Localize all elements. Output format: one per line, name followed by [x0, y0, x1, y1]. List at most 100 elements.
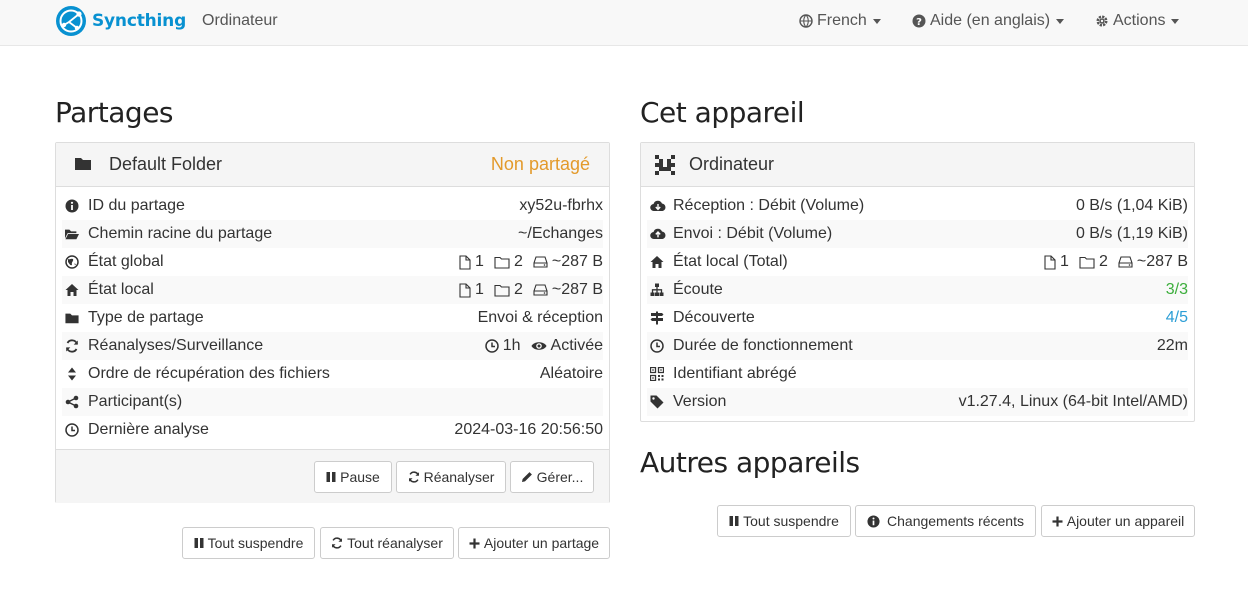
language-menu[interactable]: French: [799, 12, 881, 30]
info-circle-icon: [867, 514, 880, 528]
button-label: Tout réanalyser: [347, 535, 443, 551]
sitemap-icon: [650, 283, 664, 296]
files-count: 1: [475, 253, 484, 270]
last-scan-row: Dernière analyse 2024-03-16 20:56:50: [62, 416, 603, 444]
row-label: État global: [88, 253, 164, 270]
row-value: v1.27.4, Linux (64-bit Intel/AMD): [958, 393, 1188, 410]
remote-devices-title: Autres appareils: [640, 446, 860, 479]
size-value: ~287 B: [1136, 253, 1188, 270]
row-label: Chemin racine du partage: [88, 225, 273, 242]
version-row: Version v1.27.4, Linux (64-bit Intel/AMD…: [647, 388, 1188, 416]
folder-icon: [75, 158, 91, 170]
folder-id-row: ID du partage xy52u-fbrhx: [62, 192, 603, 220]
qrcode-icon: [650, 367, 664, 381]
discovery-status[interactable]: 4/5: [1166, 309, 1188, 327]
signpost-icon: [650, 311, 664, 325]
size-value: ~287 B: [551, 253, 603, 270]
plus-icon: [1052, 516, 1063, 526]
add-device-button[interactable]: Ajouter un appareil: [1041, 505, 1195, 537]
row-label: Découverte: [673, 309, 755, 326]
pull-order-row: Ordre de récupération des fichiers Aléat…: [62, 360, 603, 388]
folder-type-row: Type de partage Envoi & réception: [62, 304, 603, 332]
listeners-status[interactable]: 3/3: [1166, 281, 1188, 299]
row-value: Envoi & réception: [477, 309, 603, 326]
file-icon: [459, 254, 471, 270]
sort-icon: [68, 367, 76, 381]
row-label: Réception : Débit (Volume): [673, 197, 865, 214]
row-label: Type de partage: [88, 309, 204, 326]
row-value: 1 2 ~287 B: [1044, 253, 1188, 271]
brand-name: Syncthing: [92, 11, 187, 31]
listeners-row: Écoute 3/3: [647, 276, 1188, 304]
caret-down-icon: [872, 18, 881, 24]
row-label: Dernière analyse: [88, 421, 209, 438]
row-value: ~/Echanges: [518, 225, 603, 242]
cloud-upload-icon: [650, 228, 666, 240]
this-device-name: Ordinateur: [689, 154, 775, 174]
folder-outline-icon: [1079, 256, 1095, 269]
globe-icon: [65, 255, 79, 269]
folder-icon: [65, 313, 79, 324]
row-label: ID du partage: [88, 197, 185, 214]
pause-icon: [194, 538, 204, 548]
hdd-icon: [533, 256, 548, 268]
pause-all-devices-button[interactable]: Tout suspendre: [717, 505, 851, 537]
row-label: Version: [673, 393, 727, 410]
discovery-row: Découverte 4/5: [647, 304, 1188, 332]
home-icon: [65, 284, 79, 296]
row-label: Durée de fonctionnement: [673, 337, 853, 354]
button-label: Changements récents: [887, 513, 1024, 529]
svg-text:?: ?: [916, 17, 922, 28]
global-state-row: État global 1 2 ~287 B: [62, 248, 603, 276]
actions-label: Actions: [1113, 12, 1166, 29]
row-label: Écoute: [673, 281, 723, 298]
files-count: 1: [1060, 253, 1069, 270]
dirs-count: 2: [513, 281, 523, 298]
upload-rate-row: Envoi : Débit (Volume) 0 B/s (1,19 KiB): [647, 220, 1188, 248]
pause-all-folders-button[interactable]: Tout suspendre: [182, 527, 315, 559]
edit-folder-button[interactable]: Gérer...: [510, 461, 594, 493]
gear-icon: [1096, 15, 1108, 27]
caret-down-icon: [1056, 18, 1065, 24]
add-folder-button[interactable]: Ajouter un partage: [458, 527, 610, 559]
pause-icon: [326, 472, 336, 482]
plus-icon: [469, 538, 480, 548]
refresh-icon: [66, 339, 78, 353]
folder-details: ID du partage xy52u-fbrhx Chemin racine …: [56, 187, 609, 444]
help-menu[interactable]: ? Aide (en anglais): [912, 12, 1065, 30]
pause-folder-button[interactable]: Pause: [314, 461, 392, 493]
rescan-all-button[interactable]: Tout réanalyser: [320, 527, 454, 559]
this-device-panel: Ordinateur Réception : Débit (Volume) 0 …: [640, 142, 1195, 422]
share-icon: [65, 395, 79, 409]
hdd-icon: [533, 284, 548, 296]
redacted-device-id: [1072, 366, 1182, 382]
actions-menu[interactable]: Actions: [1095, 12, 1180, 30]
clock-icon: [65, 423, 79, 437]
clock-icon: [650, 339, 664, 353]
folder-heading[interactable]: Default Folder Non partagé: [56, 143, 609, 187]
folder-outline-icon: [494, 256, 510, 269]
info-circle-icon: [65, 199, 79, 213]
rescan-folder-button[interactable]: Réanalyser: [396, 461, 506, 493]
dirs-count: 2: [1098, 253, 1108, 270]
folder-panel: Default Folder Non partagé ID du partage…: [55, 142, 610, 503]
this-device-details: Réception : Débit (Volume) 0 B/s (1,04 K…: [641, 187, 1194, 416]
row-label: Participant(s): [88, 393, 183, 410]
this-device-title: Cet appareil: [640, 96, 805, 129]
this-device-heading[interactable]: Ordinateur: [641, 143, 1194, 187]
question-circle-icon: ?: [912, 14, 926, 28]
clock-icon: [484, 339, 499, 353]
row-label: État local: [88, 281, 154, 298]
watch-status: Activée: [550, 337, 603, 354]
button-label: Gérer...: [536, 469, 584, 485]
local-total-row: État local (Total) 1 2 ~287 B: [647, 248, 1188, 276]
shared-with-row: Participant(s): [62, 388, 603, 416]
row-value: 22m: [1156, 337, 1188, 354]
button-label: Réanalyser: [423, 469, 495, 485]
brand[interactable]: Syncthing: [55, 4, 186, 38]
device-identicon-icon: [655, 155, 675, 175]
recent-changes-button[interactable]: Changements récents: [855, 505, 1036, 537]
folders-title: Partages: [55, 96, 174, 129]
size-value: ~287 B: [551, 281, 603, 298]
row-value: 1 2 ~287 B: [459, 281, 603, 299]
